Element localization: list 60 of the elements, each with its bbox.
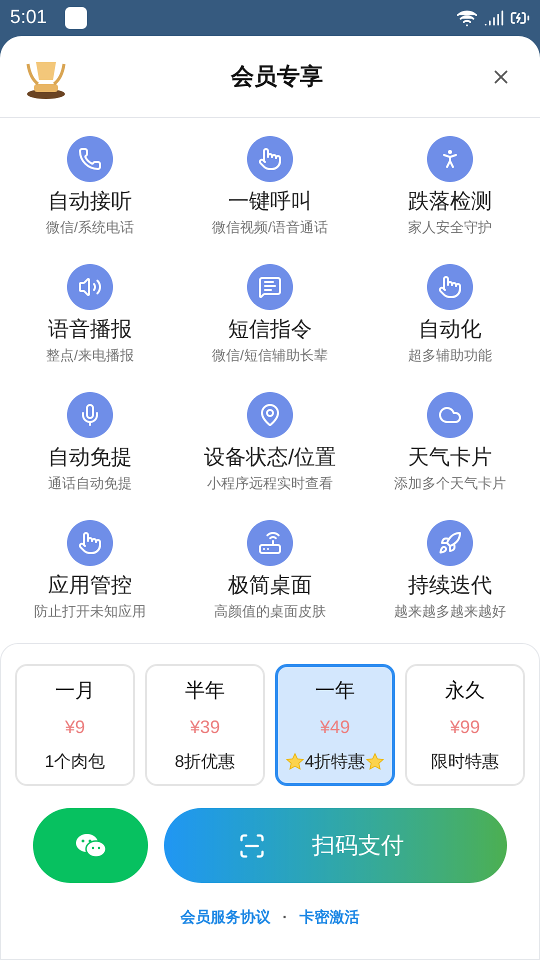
- feature-title: 设备状态/位置: [204, 445, 336, 471]
- feature-title: 极简桌面: [228, 573, 312, 599]
- feature-title: 跌落检测: [408, 189, 492, 215]
- feature-subtitle: 小程序远程实时查看: [207, 474, 333, 492]
- feature-title: 持续迭代: [408, 573, 492, 599]
- footer-link[interactable]: 卡密激活: [300, 907, 360, 930]
- plan-price: ¥99: [450, 716, 480, 739]
- plan-note: 8折优惠: [174, 750, 236, 773]
- scan-icon: [238, 832, 266, 860]
- feature-subtitle: 微信/短信辅助长辈: [212, 346, 328, 364]
- plan-name: 永久: [445, 678, 485, 704]
- separator-dot: ·: [282, 908, 288, 928]
- feature-subtitle: 家人安全守护: [408, 218, 492, 236]
- feature-subtitle: 越来越多越来越好: [394, 602, 506, 620]
- plan-card[interactable]: 一月 ¥9 1个肉包: [15, 664, 135, 786]
- signal-icon: [484, 8, 504, 28]
- plan-card[interactable]: 半年 ¥39 8折优惠: [145, 664, 265, 786]
- plan-card[interactable]: 永久 ¥99 限时特惠: [405, 664, 525, 786]
- status-time: 5:01: [10, 6, 47, 30]
- feature-title: 自动化: [418, 317, 482, 343]
- plan-name: 半年: [185, 678, 225, 704]
- feature-title: 一键呼叫: [228, 189, 312, 215]
- plan-note: 限时特惠: [431, 750, 499, 773]
- microphone-icon: [67, 392, 113, 438]
- feature-subtitle: 超多辅助功能: [408, 346, 492, 364]
- plan-card[interactable]: 一年 ¥49 4折特惠: [275, 664, 395, 786]
- plan-name: 一月: [55, 678, 95, 704]
- plan-note: 1个肉包: [44, 750, 106, 773]
- feature-title: 短信指令: [228, 317, 312, 343]
- plan-price: ¥49: [320, 716, 350, 739]
- plan-note: 4折特惠: [304, 750, 366, 773]
- feature-subtitle: 通话自动免提: [48, 474, 132, 492]
- feature-title: 自动接听: [48, 189, 132, 215]
- hand-pointer-icon: [247, 136, 293, 182]
- feature-subtitle: 微信视频/语音通话: [212, 218, 328, 236]
- hand-pointer-icon: [427, 264, 473, 310]
- footer-link[interactable]: 会员服务协议: [180, 907, 270, 930]
- wechat-icon: [74, 832, 106, 860]
- feature-subtitle: 微信/系统电话: [46, 218, 134, 236]
- feature-title: 天气卡片: [408, 445, 492, 471]
- plan-name: 一年: [315, 678, 355, 704]
- plan-price: ¥9: [64, 716, 86, 739]
- speaker-icon: [67, 264, 113, 310]
- feature-subtitle: 添加多个天气卡片: [394, 474, 506, 492]
- header-title: 会员专享: [230, 62, 324, 92]
- map-pin-icon: [247, 392, 293, 438]
- notification-icon: [64, 7, 87, 29]
- feature-title: 语音播报: [48, 317, 132, 343]
- plan-price: ¥39: [190, 716, 220, 739]
- feature-title: 应用管控: [48, 573, 132, 599]
- feature-subtitle: 整点/来电播报: [46, 346, 134, 364]
- feature-title: 自动免提: [48, 445, 132, 471]
- feature-subtitle: 高颜值的桌面皮肤: [214, 602, 326, 620]
- hand-pointer-icon: [67, 520, 113, 566]
- router-icon: [247, 520, 293, 566]
- cloud-icon: [427, 392, 473, 438]
- message-icon: [247, 264, 293, 310]
- phone-icon: [67, 136, 113, 182]
- rocket-icon: [427, 520, 473, 566]
- feature-subtitle: 防止打开未知应用: [34, 602, 146, 620]
